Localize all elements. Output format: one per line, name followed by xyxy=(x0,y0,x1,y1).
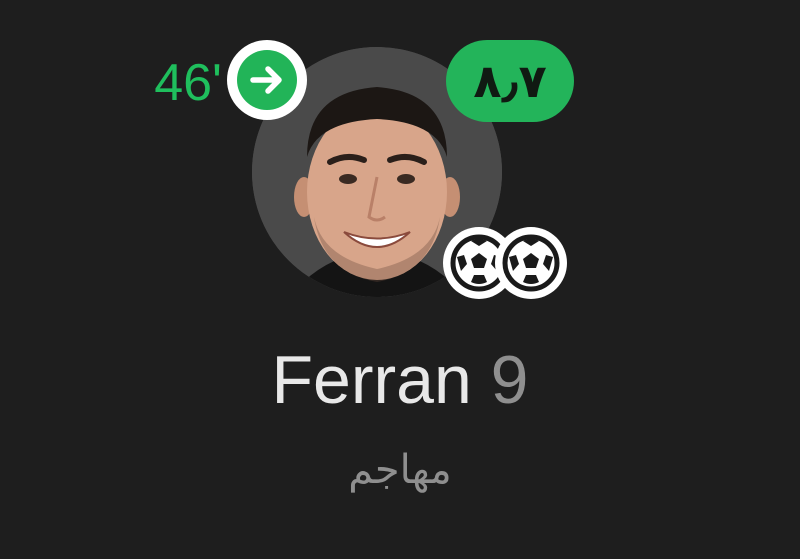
substitution-minute: 46' xyxy=(154,54,222,112)
player-name-text: Ferran xyxy=(271,342,472,418)
substitution-badge xyxy=(227,40,307,120)
goal-icon xyxy=(495,227,567,299)
player-card[interactable]: 46' ٨٫٧ Ferran 9 مهاجم xyxy=(0,0,800,559)
rating-badge: ٨٫٧ xyxy=(446,40,574,122)
player-position: مهاجم xyxy=(348,447,452,493)
shirt-number: 9 xyxy=(490,342,529,418)
arrow-right-icon xyxy=(250,66,282,94)
football-icon xyxy=(502,234,560,292)
player-name[interactable]: Ferran 9 xyxy=(200,340,600,420)
